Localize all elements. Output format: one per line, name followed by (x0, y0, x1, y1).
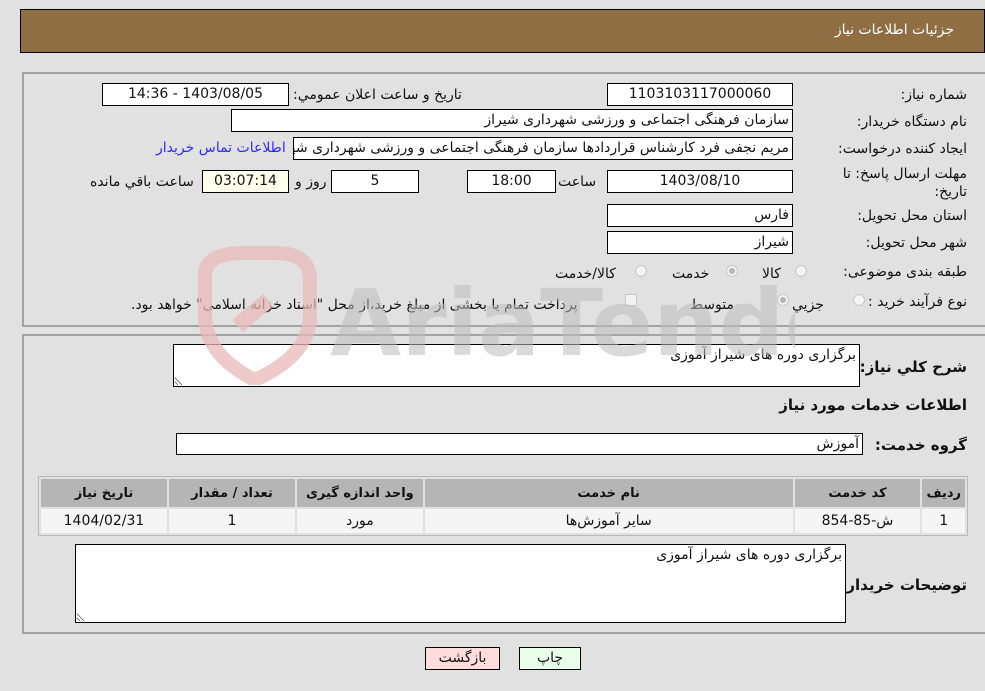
cell-row-number: 1 (922, 509, 965, 533)
category-radio-service[interactable] (726, 265, 738, 277)
services-section-title: اطلاعات خدمات مورد نياز (779, 396, 967, 414)
category-label: طبقه بندی موضوعی: (843, 264, 967, 280)
services-table: رديف کد خدمت نام خدمت واحد اندازه گيری ت… (38, 476, 968, 536)
service-group-field[interactable]: آموزش (176, 433, 863, 455)
time-remaining-field[interactable]: 03:07:14 (202, 170, 289, 193)
category-option-goods-service: کالا/خدمت (555, 266, 616, 282)
category-option-service: خدمت (672, 266, 710, 282)
col-unit: واحد اندازه گيری (296, 479, 423, 507)
description-label: شرح کلي نياز: (859, 358, 967, 376)
back-button[interactable]: بازگشت (425, 647, 500, 670)
category-option-goods: کالا (762, 266, 781, 282)
service-group-label: گروه خدمت: (874, 436, 967, 454)
col-service-code: کد خدمت (794, 479, 921, 507)
province-field[interactable]: فارس (607, 204, 793, 227)
remaining-label: ساعت باقي مانده (90, 174, 194, 190)
announce-label: تاريخ و ساعت اعلان عمومي: (293, 87, 462, 103)
need-number-label: شماره نياز: (900, 87, 968, 103)
buyer-org-field[interactable]: سازمان فرهنگی اجتماعی و ورزشی شهرداری شی… (231, 109, 793, 132)
cell-need-date: 1404/02/31 (41, 509, 167, 533)
need-number-field[interactable]: 1103103117000060 (607, 83, 793, 106)
buyer-contact-link[interactable]: اطلاعات تماس خريدار (156, 140, 286, 156)
cell-service-code: ش-85-854 (794, 509, 921, 533)
buyer-notes-label: توضيحات خريدار: (840, 576, 967, 594)
creator-field[interactable]: مریم نجفی فرد کارشناس قراردادها سازمان ف… (293, 137, 793, 160)
city-label: شهر محل تحويل: (865, 235, 967, 251)
process-radio-medium[interactable] (777, 294, 789, 306)
deadline-label: مهلت ارسال پاسخ: تا تاريخ: (842, 166, 967, 200)
process-option-minor: جزيي (792, 297, 824, 313)
category-radio-goods-service[interactable] (635, 265, 647, 277)
days-remaining-field[interactable]: 5 (331, 170, 419, 193)
treasury-checkbox-label: پرداخت تمام يا بخشی از مبلغ خريد،از محل … (131, 297, 578, 313)
deadline-time-label: ساعت (558, 174, 597, 190)
announce-field[interactable]: 1403/08/05 - 14:36 (102, 83, 289, 106)
col-row-number: رديف (922, 479, 965, 507)
table-header-row: رديف کد خدمت نام خدمت واحد اندازه گيری ت… (41, 479, 965, 507)
treasury-checkbox[interactable] (625, 294, 637, 306)
city-field[interactable]: شیراز (607, 231, 793, 254)
page-title: جزئيات اطلاعات نياز (834, 22, 954, 38)
deadline-date-field[interactable]: 1403/08/10 (607, 170, 793, 193)
col-service-name: نام خدمت (424, 479, 793, 507)
buyer-org-label: نام دستگاه خريدار: (856, 114, 967, 130)
page-header: جزئيات اطلاعات نياز (20, 9, 985, 53)
province-label: استان محل تحويل: (857, 208, 967, 224)
process-label: نوع فرآيند خريد : (868, 294, 967, 310)
process-option-medium: متوسط (690, 297, 734, 313)
buyer-notes-textarea[interactable]: برگزاری دوره های شیراز آموزی (75, 544, 846, 623)
deadline-time-field[interactable]: 18:00 (467, 170, 556, 193)
table-row: 1 ش-85-854 سایر آموزش‌ها مورد 1 1404/02/… (41, 509, 965, 533)
cell-quantity: 1 (168, 509, 295, 533)
col-need-date: تاريخ نياز (41, 479, 167, 507)
col-quantity: تعداد / مقدار (168, 479, 295, 507)
days-label: روز و (295, 174, 327, 190)
cell-service-name: سایر آموزش‌ها (424, 509, 793, 533)
creator-label: ايجاد کننده درخواست: (838, 141, 967, 157)
process-radio-minor[interactable] (853, 294, 865, 306)
cell-unit: مورد (296, 509, 423, 533)
description-textarea[interactable]: برگزاری دوره های شیراز آموزی (173, 344, 860, 387)
category-radio-goods[interactable] (795, 265, 807, 277)
print-button[interactable]: چاپ (519, 647, 581, 670)
